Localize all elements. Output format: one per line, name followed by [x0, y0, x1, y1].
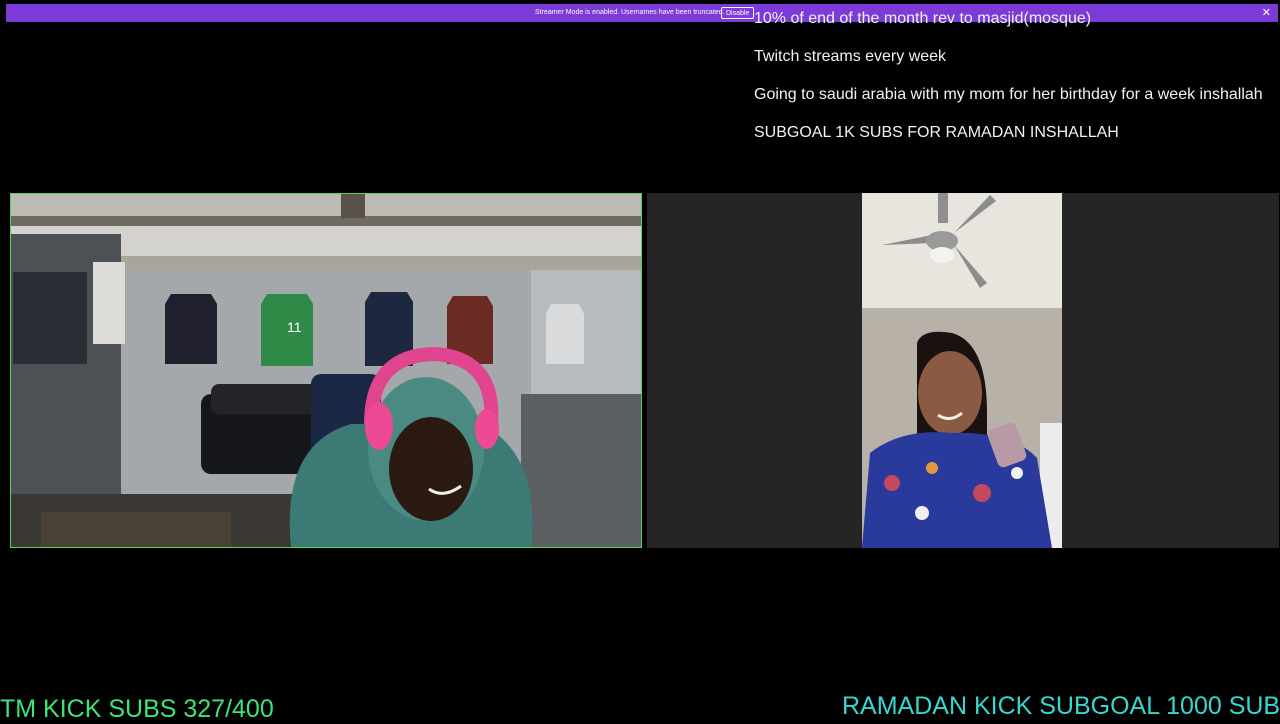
guest-webcam — [647, 193, 1279, 548]
streamer-room-scene: 11 — [11, 194, 641, 547]
streamer-webcam: 11 — [10, 193, 642, 548]
announcement-list: 10% of end of the month rev to masjid(mo… — [754, 10, 1280, 162]
announcement-item: Twitch streams every week — [754, 48, 947, 65]
disable-streamer-mode-button[interactable]: Disable — [721, 7, 755, 19]
svg-text:11: 11 — [287, 319, 302, 335]
announcement-item: 10% of end of the month rev to masjid(mo… — [754, 10, 1092, 27]
streamer-mode-message: Streamer Mode is enabled. Usernames have… — [535, 9, 725, 16]
guest-room-scene — [862, 193, 1062, 548]
announcement-item: Going to saudi arabia with my mom for he… — [754, 86, 1263, 103]
subgoal-label: RAMADAN KICK SUBGOAL 1000 SUBS — [842, 692, 1280, 720]
guest-video-feed — [862, 193, 1062, 548]
announcement-item: SUBGOAL 1K SUBS FOR RAMADAN INSHALLAH — [754, 124, 1119, 141]
